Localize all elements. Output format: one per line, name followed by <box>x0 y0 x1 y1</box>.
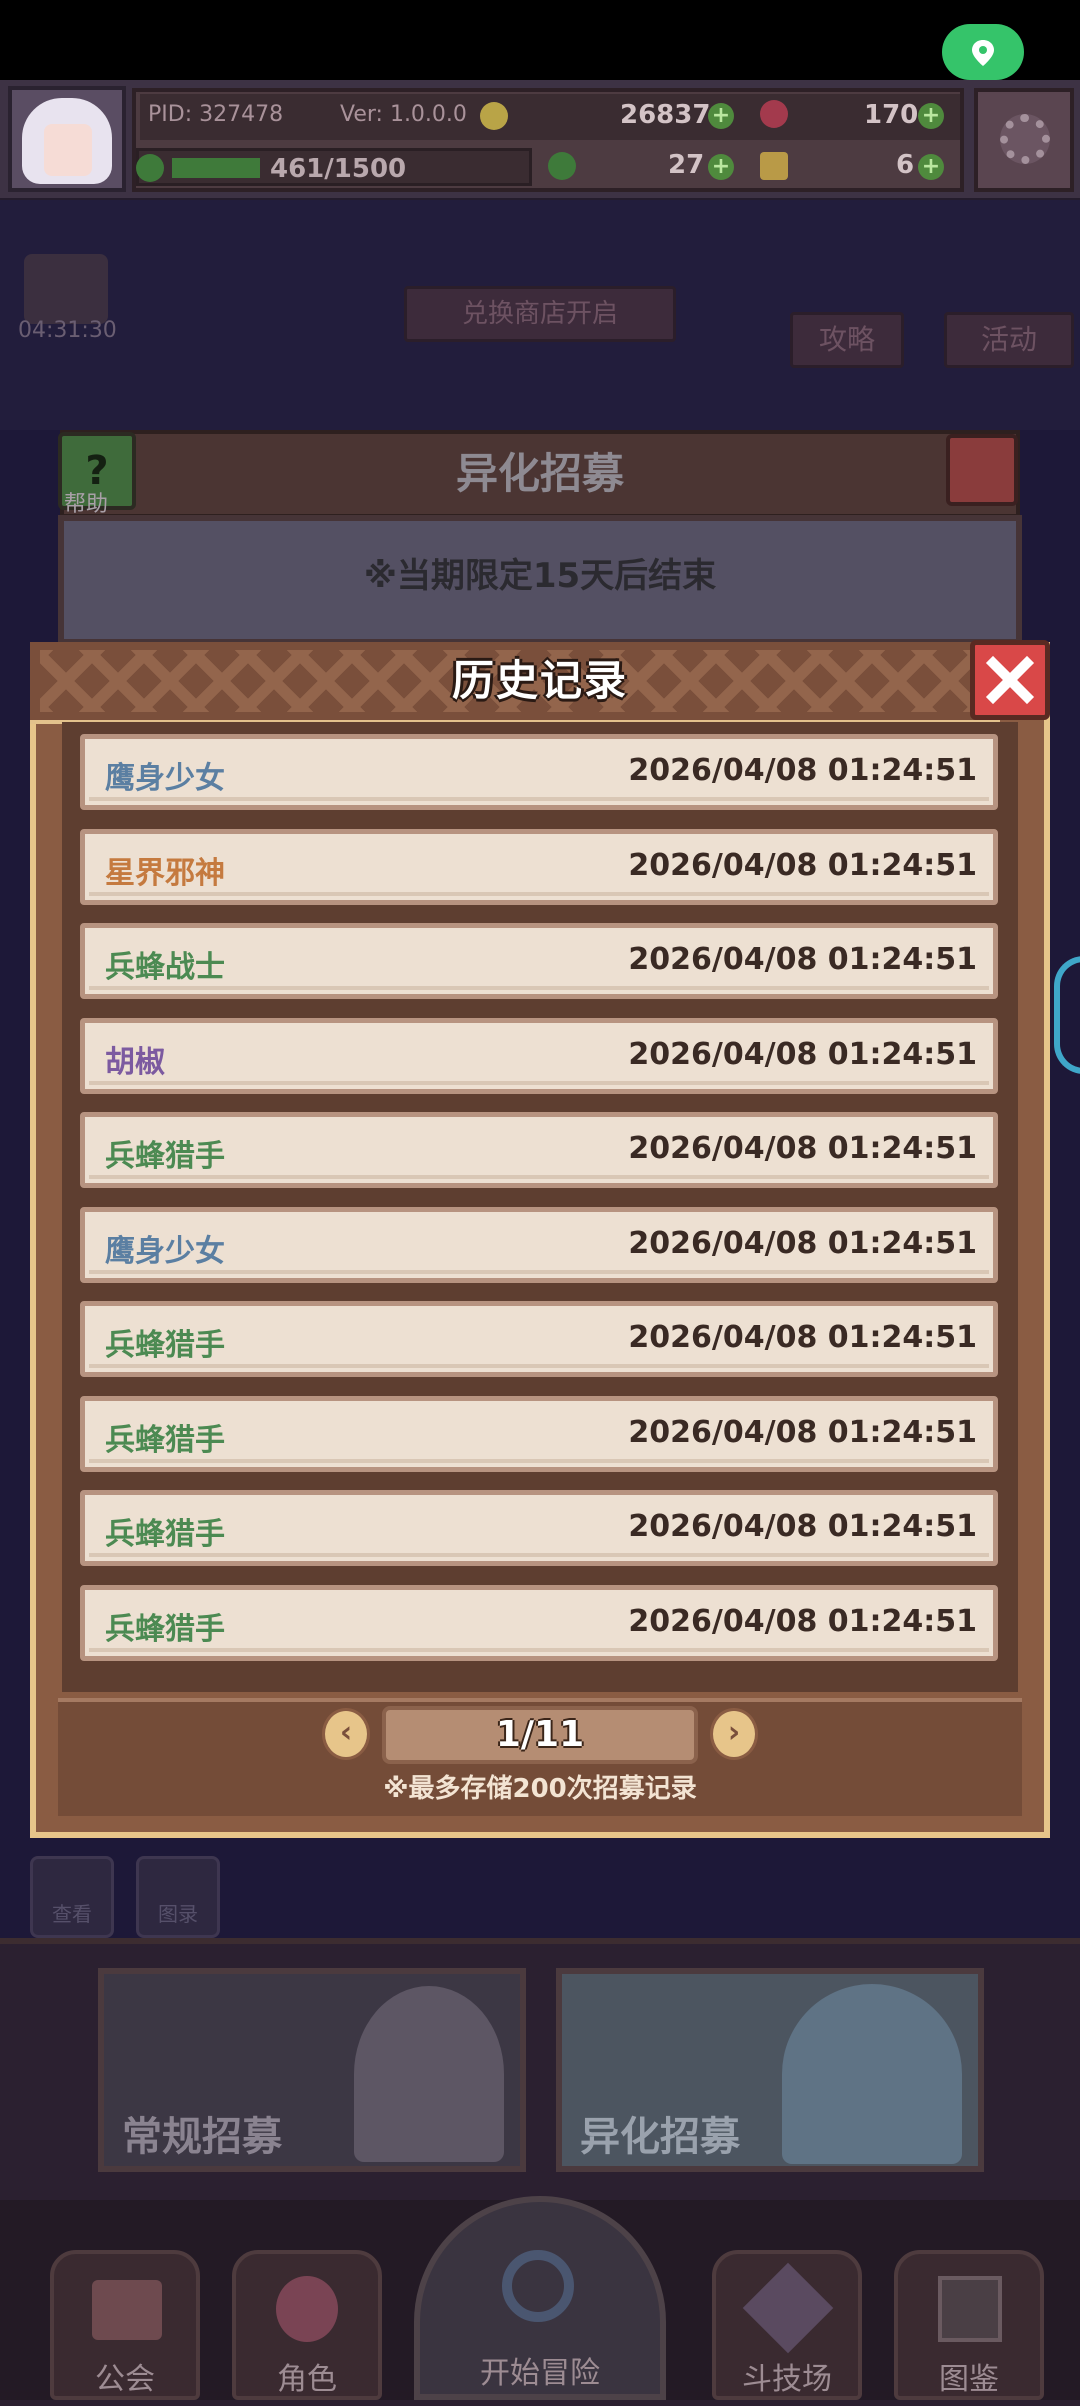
close-button[interactable] <box>970 640 1050 720</box>
record-name: 兵蜂战士 <box>105 950 225 985</box>
shop-open-banner[interactable]: 兑换商店开启 <box>404 286 676 342</box>
prev-page-button[interactable]: ‹ <box>322 1708 370 1760</box>
record-time: 2026/04/08 01:24:51 <box>628 753 977 788</box>
history-row: 兵蜂猎手 2026/04/08 01:24:51 <box>80 1584 998 1661</box>
page-number: 1/11 <box>495 1714 585 1755</box>
history-row: 鹰身少女 2026/04/08 01:24:51 <box>80 1206 998 1283</box>
record-name: 鹰身少女 <box>105 761 225 796</box>
add-gem-button[interactable]: + <box>918 103 944 129</box>
side-indicator <box>1054 956 1080 1074</box>
magnifier-icon <box>502 2250 574 2322</box>
nav-guild-label: 公会 <box>95 2362 155 2397</box>
recruit-panel-title: 异化招募 <box>455 449 624 498</box>
nav-adventure-label: 开始冒险 <box>480 2356 600 2391</box>
record-time: 2026/04/08 01:24:51 <box>628 847 977 883</box>
recruit-close-icon[interactable] <box>946 434 1018 506</box>
catalog-button[interactable]: 图录 <box>136 1856 220 1938</box>
guild-icon <box>92 2280 162 2340</box>
gear-icon <box>1000 114 1050 164</box>
nav-role[interactable]: 角色 <box>232 2250 382 2400</box>
location-pin-icon <box>972 40 994 66</box>
exp-fill <box>172 158 260 178</box>
nav-codex-label: 图鉴 <box>939 2362 999 2397</box>
view-button[interactable]: 查看 <box>30 1856 114 1938</box>
exp-icon <box>136 154 164 182</box>
exp-value: 461/1500 <box>270 154 407 184</box>
key-icon <box>760 152 788 180</box>
record-time: 2026/04/08 01:24:51 <box>628 1603 977 1639</box>
record-name: 兵蜂猎手 <box>105 1139 225 1174</box>
close-icon <box>985 655 1035 705</box>
player-avatar[interactable] <box>8 86 126 192</box>
history-row: 兵蜂战士 2026/04/08 01:24:51 <box>80 923 998 999</box>
record-time: 2026/04/08 01:24:51 <box>628 1036 977 1072</box>
swords-icon <box>742 2262 834 2354</box>
event-button[interactable]: 活动 <box>944 312 1074 368</box>
history-list[interactable]: 鹰身少女 2026/04/08 01:24:51 星界邪神 2026/04/08 01… <box>62 722 1018 1692</box>
history-row: 胡椒 2026/04/08 01:24:51 <box>80 1017 998 1094</box>
record-time: 2026/04/08 01:24:51 <box>628 1131 977 1166</box>
gold-coin-icon <box>480 102 508 130</box>
record-name: 胡椒 <box>105 1044 165 1080</box>
record-name: 鹰身少女 <box>105 1233 225 1269</box>
record-name: 星界邪神 <box>105 855 225 891</box>
player-id: PID: 327478 <box>148 102 284 127</box>
history-row: 星界邪神 2026/04/08 01:24:51 <box>80 828 998 905</box>
nav-role-label: 角色 <box>277 2362 337 2397</box>
gem-amount: 170 <box>864 100 919 130</box>
add-clover-button[interactable]: + <box>708 154 734 180</box>
key-amount: 6 <box>896 150 915 180</box>
record-time: 2026/04/08 01:24:51 <box>628 1320 977 1355</box>
record-name: 兵蜂猎手 <box>105 1611 225 1647</box>
storage-note: ※最多存储200次招募记录 <box>383 1774 697 1804</box>
guide-button[interactable]: 攻略 <box>790 312 904 368</box>
normal-recruit-character <box>354 1986 504 2162</box>
gem-icon <box>760 100 788 128</box>
special-recruit-character <box>782 1984 962 2164</box>
limited-notice: ※当期限定15天后结束 <box>363 556 717 596</box>
next-page-button[interactable]: › <box>710 1708 758 1760</box>
special-recruit-label: 异化招募 <box>580 2114 740 2160</box>
clover-amount: 27 <box>668 150 705 180</box>
record-name: 兵蜂猎手 <box>105 1517 225 1552</box>
add-gold-button[interactable]: + <box>708 103 734 129</box>
record-name: 兵蜂猎手 <box>105 1328 225 1363</box>
add-key-button[interactable]: + <box>918 154 944 180</box>
nav-codex[interactable]: 图鉴 <box>894 2250 1044 2400</box>
record-time: 2026/04/08 01:24:51 <box>628 1414 977 1450</box>
gift-icon <box>24 254 108 324</box>
gold-amount: 26837 <box>620 100 711 130</box>
settings-button[interactable] <box>974 88 1074 192</box>
history-row: 兵蜂猎手 2026/04/08 01:24:51 <box>80 1490 998 1566</box>
history-row: 兵蜂猎手 2026/04/08 01:24:51 <box>80 1112 998 1188</box>
history-row: 兵蜂猎手 2026/04/08 01:24:51 <box>80 1395 998 1472</box>
record-time: 2026/04/08 01:24:51 <box>628 1225 977 1261</box>
record-name: 兵蜂猎手 <box>105 1422 225 1458</box>
history-row: 鹰身少女 2026/04/08 01:24:51 <box>80 734 998 810</box>
event-timer: 04:31:30 <box>18 318 117 343</box>
clover-icon <box>548 152 576 180</box>
role-icon <box>276 2276 338 2342</box>
book-icon <box>938 2276 1002 2342</box>
nav-arena[interactable]: 斗技场 <box>712 2250 862 2400</box>
normal-recruit-card[interactable]: 常规招募 <box>98 1968 526 2172</box>
nav-arena-label: 斗技场 <box>742 2362 832 2397</box>
record-time: 2026/04/08 01:24:51 <box>628 942 977 977</box>
record-time: 2026/04/08 01:24:51 <box>628 1509 977 1544</box>
location-indicator <box>942 24 1024 80</box>
status-bar <box>0 0 1080 80</box>
special-recruit-card[interactable]: 异化招募 <box>556 1968 984 2172</box>
history-row: 兵蜂猎手 2026/04/08 01:24:51 <box>80 1301 998 1377</box>
normal-recruit-label: 常规招募 <box>122 2114 282 2160</box>
history-title: 历史记录 <box>451 656 628 705</box>
nav-guild[interactable]: 公会 <box>50 2250 200 2400</box>
version-label: Ver: 1.0.0.0 <box>340 102 467 127</box>
